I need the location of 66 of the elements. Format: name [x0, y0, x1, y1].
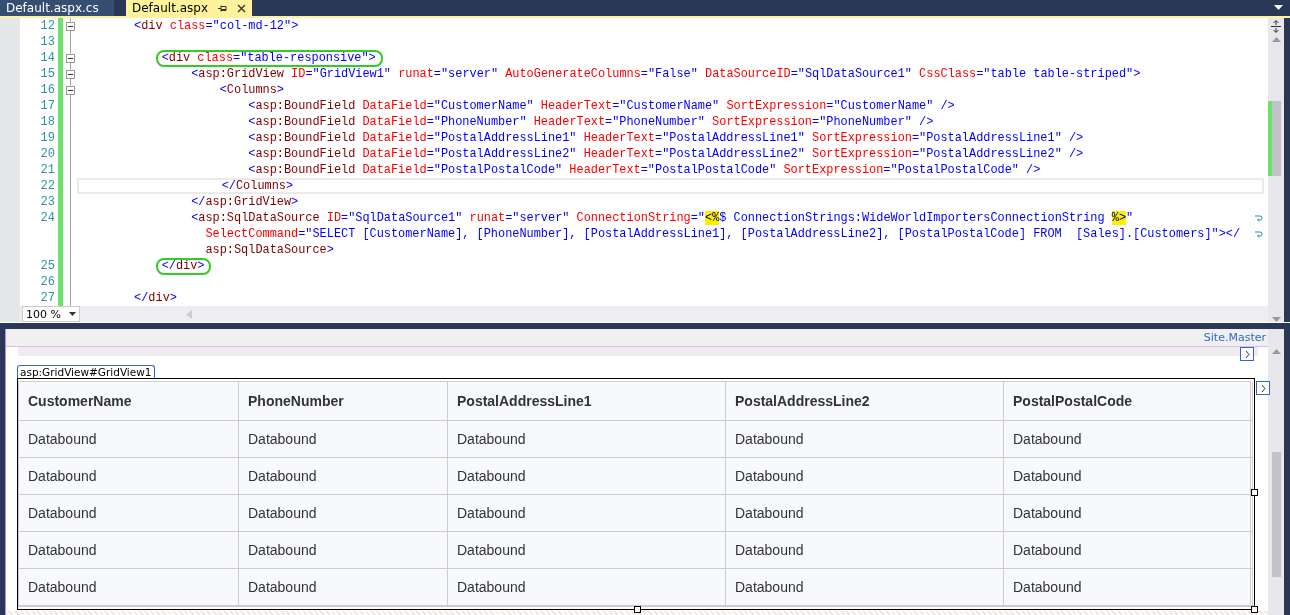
code-text: <asp:BoundField DataField="PostalAddressLine2" HeaderText="PostalAddressLine2" SortExpression="PostalAddressLine2" /> — [247, 148, 1084, 160]
control-tag: asp:GridView#GridView1 — [17, 365, 155, 378]
column-header: PhoneNumber — [239, 382, 448, 421]
line-number: 23 — [40, 195, 55, 209]
document-tab[interactable]: Default.aspx — [126, 0, 252, 16]
line-number: 21 — [40, 163, 55, 177]
line-number: 17 — [40, 99, 55, 113]
table-cell: Databound — [1004, 421, 1253, 458]
table-cell: Databound — [1004, 569, 1253, 606]
code-text: <div class="table-responsive"> — [161, 52, 376, 64]
code-text: SelectCommand="SELECT [CustomerName], [PhoneNumber], [PostalAddressLine1], [PostalAddressLine2], [PostalPostalCode] FROM [Sales].[Customers]"></ — [204, 228, 1241, 240]
line-number: 24 — [40, 211, 55, 225]
line-number: 13 — [40, 35, 55, 49]
table-cell: Databound — [1004, 532, 1253, 569]
table-cell: Databound — [726, 421, 1004, 458]
line-number: 16 — [40, 83, 55, 97]
code-text: <asp:BoundField DataField="PostalAddressLine1" HeaderText="PostalAddressLine1" SortExpression="PostalAddressLine1" /> — [247, 132, 1084, 144]
code-text: <Columns> — [218, 84, 284, 96]
table-cell: Databound — [726, 532, 1004, 569]
table-cell: Databound — [726, 458, 1004, 495]
column-header: PostalPostalCode — [1004, 382, 1253, 421]
column-header: PostalAddressLine1 — [448, 382, 726, 421]
code-text: <asp:BoundField DataField="PhoneNumber" HeaderText="PhoneNumber" SortExpression="PhoneNumber" /> — [247, 116, 934, 128]
line-number: 27 — [40, 291, 55, 305]
line-number: 25 — [40, 259, 55, 273]
code-text: <asp:GridView ID="GridView1" runat="server" AutoGenerateColumns="False" DataSourceID="SqlDataSource1" CssClass="table table-striped"> — [190, 68, 1141, 80]
line-number: 20 — [40, 147, 55, 161]
code-text: </div> — [133, 292, 177, 304]
line-number: 15 — [40, 67, 55, 81]
table-cell: Databound — [1004, 458, 1253, 495]
table-cell: Databound — [448, 532, 726, 569]
table-cell: Databound — [19, 569, 239, 606]
code-text: <asp:BoundField DataField="PostalPostalCode" HeaderText="PostalPostalCode" SortExpression="PostalPostalCode" /> — [247, 164, 1041, 176]
code-text: </asp:GridView> — [190, 196, 299, 208]
zoom-dropdown[interactable]: 100 % — [22, 306, 80, 322]
code-text: <asp:BoundField DataField="CustomerName" HeaderText="CustomerName" SortExpression="CustomerName" /> — [247, 100, 955, 112]
master-page-label[interactable]: Site.Master — [1203, 331, 1268, 344]
table-cell: Databound — [726, 495, 1004, 532]
line-number: 12 — [40, 19, 55, 33]
table-cell: Databound — [1004, 495, 1253, 532]
code-text: asp:SqlDataSource> — [204, 244, 334, 256]
column-header: CustomerName — [19, 382, 239, 421]
table-cell: Databound — [239, 569, 448, 606]
table-cell: Databound — [19, 421, 239, 458]
code-text: </div> — [161, 260, 205, 272]
table-cell: Databound — [448, 421, 726, 458]
table-cell: Databound — [239, 495, 448, 532]
table-cell: Databound — [726, 569, 1004, 606]
column-header: PostalAddressLine2 — [726, 382, 1004, 421]
table-cell: Databound — [448, 569, 726, 606]
table-cell: Databound — [239, 458, 448, 495]
code-text: <div class="col-md-12"> — [133, 20, 299, 32]
table-cell: Databound — [19, 532, 239, 569]
table-cell: Databound — [239, 421, 448, 458]
table-cell: Databound — [448, 495, 726, 532]
line-number: 19 — [40, 131, 55, 145]
line-number: 22 — [40, 179, 55, 193]
table-cell: Databound — [19, 495, 239, 532]
line-number: 26 — [40, 275, 55, 289]
line-number: 14 — [40, 51, 55, 65]
document-tab[interactable]: Default.aspx.cs — [0, 0, 114, 16]
table-cell: Databound — [19, 458, 239, 495]
table-cell: Databound — [448, 458, 726, 495]
line-number: 18 — [40, 115, 55, 129]
code-text: </Columns> — [220, 180, 294, 192]
table-cell: Databound — [239, 532, 448, 569]
